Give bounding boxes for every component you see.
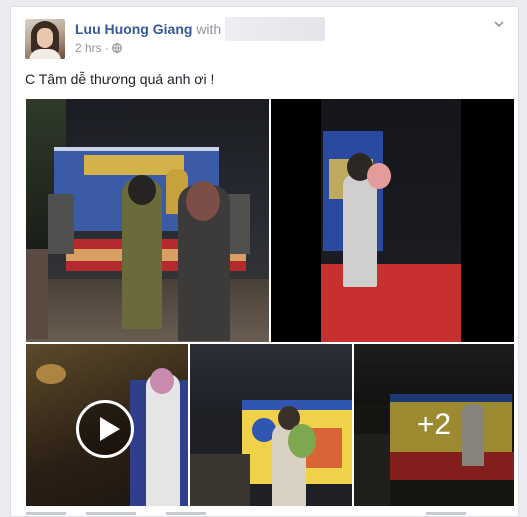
- author-avatar[interactable]: [25, 19, 65, 59]
- post-photo-2[interactable]: [271, 99, 514, 342]
- reactions-bar-partial: [26, 512, 466, 515]
- post-photo-4[interactable]: [190, 344, 352, 506]
- flower-bouquet: [288, 424, 316, 458]
- chevron-down-icon[interactable]: [492, 17, 506, 31]
- post-header: Luu Huong Giang with J: [75, 21, 232, 37]
- tagged-friend-blurred: [225, 17, 325, 41]
- globe-icon[interactable]: [111, 43, 122, 53]
- flower-bouquet: [367, 163, 391, 189]
- more-photos-count: +2: [416, 408, 452, 441]
- post-meta: 2 hrs ·: [75, 41, 122, 55]
- feed-post-card: Luu Huong Giang with J 2 hrs · C Tâm dễ …: [10, 6, 519, 517]
- more-photos-overlay[interactable]: +2: [354, 344, 514, 506]
- with-text: with: [196, 21, 222, 37]
- post-photo-1[interactable]: [26, 99, 269, 342]
- post-video-thumbnail[interactable]: [26, 344, 188, 506]
- author-name-link[interactable]: Luu Huong Giang: [75, 21, 192, 37]
- post-photo-5[interactable]: +2: [354, 344, 514, 506]
- meta-separator: ·: [104, 41, 109, 55]
- performer-figure: [343, 175, 377, 287]
- post-timestamp[interactable]: 2 hrs: [75, 41, 102, 55]
- post-status-text: C Tâm dễ thương quá anh ơi !: [25, 71, 215, 87]
- play-icon[interactable]: [76, 400, 134, 458]
